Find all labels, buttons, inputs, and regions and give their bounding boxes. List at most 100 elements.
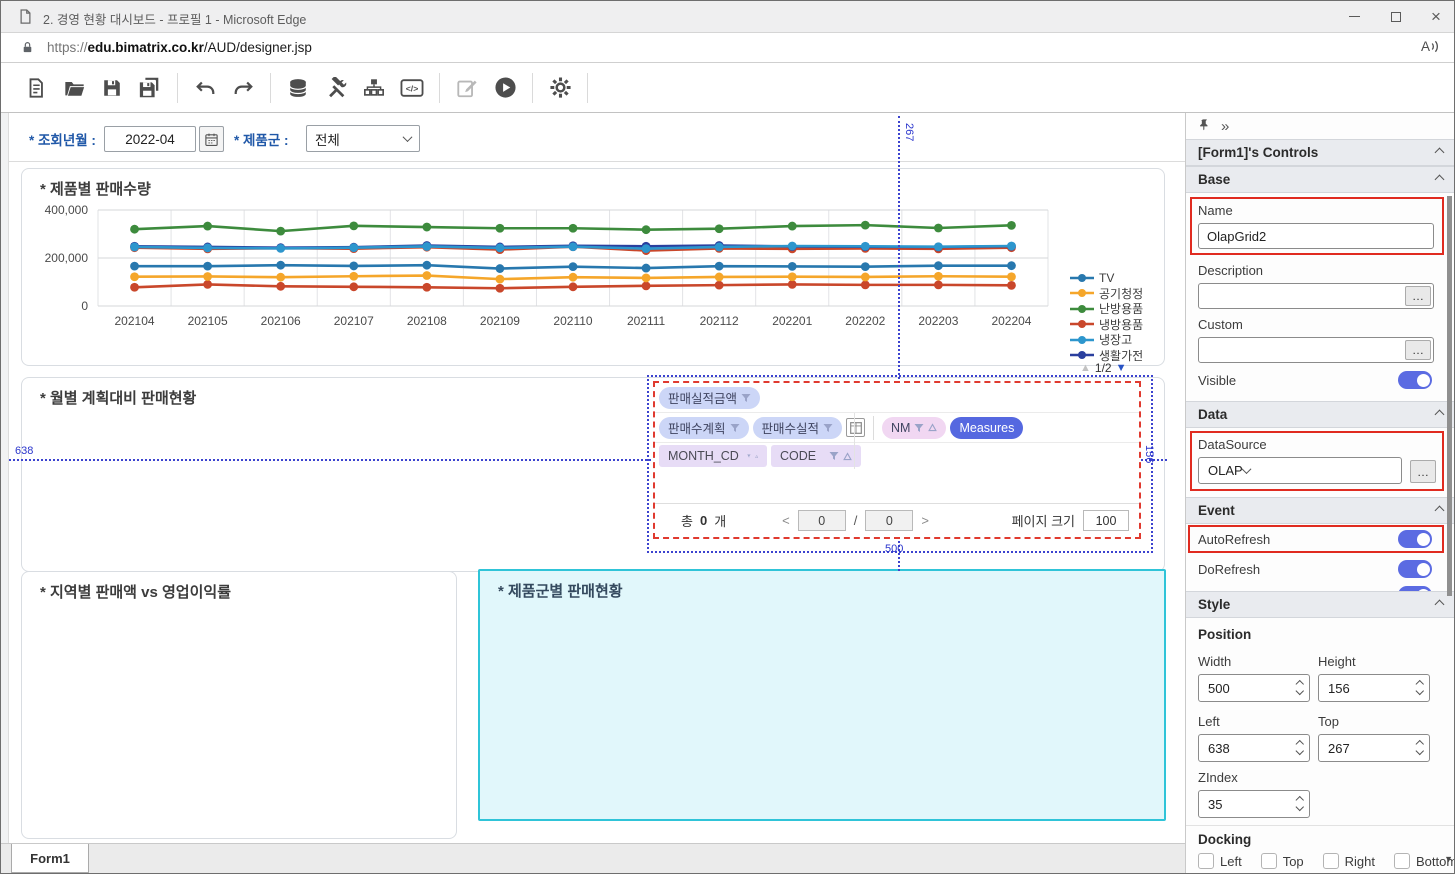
date-filter-input[interactable] [104, 126, 196, 152]
olap-grid-control[interactable]: 판매실적금액 판매수계획 판매수실적 NM [653, 381, 1141, 539]
sidebar-scrollbar[interactable] [1447, 196, 1452, 596]
database-icon[interactable] [283, 73, 313, 103]
collapse-chevron-icon[interactable] [1435, 410, 1445, 420]
legend-item[interactable]: 냉방용품 [1070, 317, 1143, 333]
name-input[interactable] [1198, 223, 1434, 249]
section-event-header[interactable]: Event [1186, 497, 1455, 524]
legend-pager: ▲ 1/2 ▼ [1080, 361, 1126, 375]
sitemap-icon[interactable] [359, 73, 389, 103]
dorefresh-toggle[interactable] [1398, 560, 1432, 578]
filter-icon[interactable] [823, 423, 833, 433]
description-input[interactable] [1198, 283, 1434, 309]
minimize-button[interactable] [1332, 1, 1376, 32]
new-document-icon[interactable] [21, 73, 51, 103]
row-dimension-pill[interactable]: CODE [771, 445, 861, 467]
custom-input[interactable] [1198, 337, 1434, 363]
collapse-chevron-icon[interactable] [1435, 175, 1445, 185]
legend-label: TV [1099, 271, 1114, 285]
product-filter-select[interactable]: 전체 [306, 125, 420, 152]
row-dimension-pill[interactable]: MONTH_CD [659, 445, 767, 467]
url-text[interactable]: https://edu.bimatrix.co.kr/AUD/designer.… [47, 40, 312, 55]
date-filter-label: * 조회년월 : [29, 129, 96, 149]
docking-options-row: Left Top Right Bottom [1198, 853, 1455, 869]
legend-page-up-icon[interactable]: ▲ [1080, 362, 1091, 374]
calendar-button[interactable] [199, 126, 224, 152]
save-as-icon[interactable] [135, 73, 165, 103]
custom-label: Custom [1198, 317, 1243, 332]
section-data-header[interactable]: Data [1186, 401, 1455, 428]
filter-icon[interactable] [914, 423, 924, 433]
run-icon[interactable] [490, 73, 520, 103]
legend-page-down-icon[interactable]: ▼ [1116, 362, 1127, 374]
datasource-ellipsis-button[interactable]: … [1410, 460, 1436, 483]
svg-text:200,000: 200,000 [45, 251, 89, 265]
sort-icon[interactable] [843, 452, 852, 461]
collapse-chevron-icon[interactable] [1435, 148, 1445, 158]
close-button[interactable]: × [1414, 1, 1455, 32]
visible-toggle[interactable] [1398, 371, 1432, 389]
description-ellipsis-button[interactable]: … [1405, 286, 1431, 306]
maximize-button[interactable] [1374, 1, 1418, 32]
docking-right-checkbox[interactable]: Right [1323, 853, 1375, 869]
width-stepper[interactable]: 500 [1198, 674, 1310, 702]
dimension-pill[interactable]: NM [882, 417, 946, 439]
total-page-input[interactable] [865, 510, 913, 531]
collapse-chevron-icon[interactable] [1435, 600, 1445, 610]
docking-left-checkbox[interactable]: Left [1198, 853, 1242, 869]
layout-grid-icon[interactable] [846, 418, 865, 437]
section-base-header[interactable]: Base [1186, 166, 1455, 193]
edit-icon[interactable] [452, 73, 482, 103]
legend-item[interactable]: 공기청정 [1070, 286, 1143, 302]
legend-marker-icon [1070, 319, 1094, 329]
legend-marker-icon [1070, 335, 1094, 345]
field-pill[interactable]: 판매수계획 [659, 417, 749, 439]
grid-body-empty [655, 469, 1139, 503]
code-view-icon[interactable]: </> [397, 73, 427, 103]
collapse-panel-icon[interactable]: » [1221, 118, 1229, 135]
address-bar[interactable]: https://edu.bimatrix.co.kr/AUD/designer.… [1, 33, 1454, 63]
tab-form1[interactable]: Form1 [11, 844, 89, 873]
undo-icon[interactable] [190, 73, 220, 103]
section-style-header[interactable]: Style [1186, 591, 1455, 618]
legend-item[interactable]: TV [1070, 270, 1143, 286]
window-title: 2. 경영 현황 대시보드 - 프로필 1 - Microsoft Edge [43, 9, 306, 28]
product-group-panel[interactable]: * 제품군별 판매현황 [478, 569, 1166, 821]
measures-pill[interactable]: Measures [950, 417, 1023, 439]
controls-panel-header[interactable]: [Form1]'s Controls [1186, 139, 1455, 166]
next-page-icon[interactable]: > [921, 513, 929, 528]
collapse-chevron-icon[interactable] [1435, 506, 1445, 516]
form-design-surface[interactable]: * 조회년월 : * 제품군 : 전체 * 제품별 판매수량 0200,0004… [9, 113, 1185, 843]
grid-column-divider [854, 413, 855, 469]
sort-icon[interactable] [755, 452, 758, 461]
filter-icon[interactable] [741, 393, 751, 403]
current-page-input[interactable] [798, 510, 846, 531]
open-folder-icon[interactable] [59, 73, 89, 103]
left-stepper[interactable]: 638 [1198, 734, 1310, 762]
scrollbar-down-arrow-icon[interactable]: ▼ [1444, 854, 1453, 864]
field-pill[interactable]: 판매실적금액 [659, 387, 760, 409]
filter-icon[interactable] [747, 451, 751, 461]
prev-page-icon[interactable]: < [782, 513, 790, 528]
page-size-input[interactable] [1083, 510, 1129, 531]
docking-top-checkbox[interactable]: Top [1261, 853, 1304, 869]
sort-icon[interactable] [928, 423, 937, 432]
filter-icon[interactable] [730, 423, 740, 433]
legend-label: 공기청정 [1099, 285, 1143, 302]
pin-icon[interactable] [1198, 118, 1211, 134]
settings-icon[interactable] [545, 73, 575, 103]
field-pill[interactable]: 판매수실적 [753, 417, 843, 439]
read-aloud-icon[interactable]: A [1421, 39, 1440, 54]
legend-item[interactable]: 난방용품 [1070, 301, 1143, 317]
top-stepper[interactable]: 267 [1318, 734, 1430, 762]
legend-item[interactable]: 냉장고 [1070, 332, 1143, 348]
custom-ellipsis-button[interactable]: … [1405, 340, 1431, 360]
save-icon[interactable] [97, 73, 127, 103]
query-tools-icon[interactable] [321, 73, 351, 103]
autorefresh-toggle[interactable] [1398, 530, 1432, 548]
redo-icon[interactable] [228, 73, 258, 103]
height-stepper[interactable]: 156 [1318, 674, 1430, 702]
datasource-select[interactable]: OLAP [1198, 457, 1402, 484]
zindex-stepper[interactable]: 35 [1198, 790, 1310, 818]
properties-sidebar: » [Form1]'s Controls Base Name Descripti… [1185, 113, 1455, 874]
filter-icon[interactable] [829, 451, 839, 461]
